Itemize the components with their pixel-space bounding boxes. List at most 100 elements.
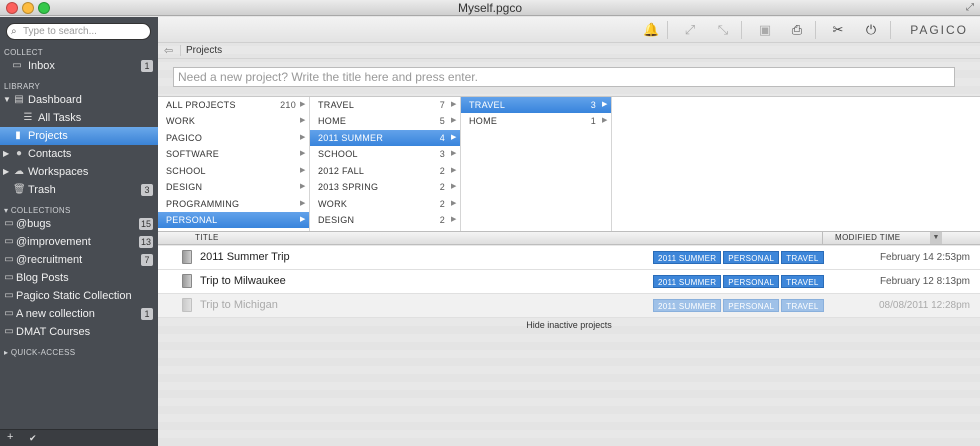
trash-badge: 3 (141, 184, 153, 196)
minimize-window-button[interactable] (22, 2, 34, 14)
collapse-icon[interactable]: ⤡ (715, 22, 731, 38)
search-input[interactable]: ⌕ Type to search... (6, 23, 151, 40)
section-collections[interactable]: ▾ COLLECTIONS (4, 206, 71, 215)
sidebar-item-collection[interactable]: ▭ Blog Posts (0, 269, 158, 287)
count-badge: 1 (141, 308, 153, 320)
tag[interactable]: PERSONAL (723, 275, 780, 288)
sidebar-item-label: All Tasks (38, 112, 82, 124)
browser-item[interactable]: SCHOOL ▶ (158, 163, 309, 179)
browser-item[interactable]: SOFTWARE ▶ (158, 146, 309, 162)
sidebar-item-workspaces[interactable]: ▶ ☁ Workspaces (0, 163, 158, 181)
inbox-icon: ▭ (12, 60, 22, 71)
browser-item[interactable]: WORK 2 ▶ (310, 196, 460, 212)
tag[interactable]: 2011 SUMMER (653, 299, 722, 312)
browser-item[interactable]: HOME 5 ▶ (310, 113, 460, 129)
bell-icon[interactable]: 🔔 (643, 22, 659, 38)
back-arrow-icon[interactable]: ⇦ (164, 44, 173, 57)
tag[interactable]: TRAVEL (781, 275, 824, 288)
browser-item[interactable]: PROGRAMMING ▶ (158, 196, 309, 212)
browser-item-selected[interactable]: 2011 SUMMER 4 ▶ (310, 130, 460, 146)
archive-icon[interactable]: ▣ (757, 22, 773, 38)
add-icon[interactable]: + (7, 431, 13, 443)
count-badge: 13 (138, 236, 153, 248)
table-row[interactable]: 2011 Summer Trip 2011 SUMMER PERSONAL TRAV… (158, 246, 980, 270)
sidebar-item-label: Blog Posts (16, 272, 69, 284)
browser-item[interactable]: 2012 FALL 2 ▶ (310, 163, 460, 179)
table-row-inactive[interactable]: Trip to Michigan 2011 SUMMER PERSONAL TRAV… (158, 294, 980, 318)
chevron-right-icon: ▶ (300, 150, 306, 157)
project-title[interactable]: 2011 Summer Trip (200, 251, 290, 263)
tag[interactable]: TRAVEL (781, 251, 824, 264)
sidebar: ⌕ Type to search... COLLECT ▭ Inbox 1 LI… (0, 17, 158, 446)
check-icon[interactable]: ✔ (29, 433, 37, 444)
sidebar-item-label: Inbox (28, 60, 55, 72)
sidebar-item-contacts[interactable]: ▶ ● Contacts (0, 145, 158, 163)
browser-item[interactable]: HOME 1 ▶ (461, 113, 611, 129)
table-row[interactable]: Trip to Milwaukee 2011 SUMMER PERSONAL TRA… (158, 270, 980, 294)
hide-inactive-projects-link[interactable]: Hide inactive projects (158, 320, 980, 330)
project-title[interactable]: Trip to Michigan (200, 299, 278, 311)
section-collect: COLLECT (4, 48, 43, 57)
sidebar-item-collection[interactable]: ▭ DMAT Courses (0, 323, 158, 341)
collection-icon: ▭ (4, 290, 14, 301)
browser-item-selected[interactable]: TRAVEL 3 ▶ (461, 97, 611, 113)
zoom-window-button[interactable] (38, 2, 50, 14)
sidebar-item-label: Dashboard (28, 94, 82, 106)
sidebar-item-collection[interactable]: ▭ @improvement 13 (0, 233, 158, 251)
chevron-right-icon: ▶ (451, 200, 457, 207)
column-title-header[interactable]: TITLE (195, 233, 219, 242)
tag-group: 2011 SUMMER PERSONAL TRAVEL (653, 251, 826, 264)
browser-item[interactable]: SCHOOL 3 ▶ (310, 146, 460, 162)
sidebar-item-collection[interactable]: ▭ A new collection 1 (0, 305, 158, 323)
tag[interactable]: 2011 SUMMER (653, 251, 722, 264)
toolbar-divider (890, 21, 891, 39)
print-icon[interactable]: ⎙ (789, 22, 805, 38)
sort-descending-icon[interactable]: ▼ (930, 232, 942, 244)
sidebar-item-collection[interactable]: ▭ @bugs 15 (0, 215, 158, 233)
disclosure-closed-icon[interactable]: ▶ (3, 145, 9, 163)
expand-icon[interactable]: ⤢ (682, 22, 698, 38)
sidebar-item-all-tasks[interactable]: ☰ All Tasks (0, 109, 158, 127)
sidebar-item-collection[interactable]: ▭ @recruitment 7 (0, 251, 158, 269)
tag[interactable]: PERSONAL (723, 251, 780, 264)
browser-item[interactable]: DESIGN ▶ (158, 179, 309, 195)
close-window-button[interactable] (6, 2, 18, 14)
disclosure-open-icon[interactable]: ▼ (3, 91, 11, 109)
count-badge: 7 (141, 254, 153, 266)
tag[interactable]: 2011 SUMMER (653, 275, 722, 288)
disclosure-closed-icon[interactable]: ▶ (3, 163, 9, 181)
browser-item[interactable]: 2013 SPRING 2 ▶ (310, 179, 460, 195)
sidebar-item-dashboard[interactable]: ▼ ▤ Dashboard (0, 91, 158, 109)
new-project-input[interactable]: Need a new project? Write the title here… (173, 67, 955, 87)
tag[interactable]: PERSONAL (723, 299, 780, 312)
project-title[interactable]: Trip to Milwaukee (200, 275, 286, 287)
sidebar-item-collection[interactable]: ▭ Pagico Static Collection (0, 287, 158, 305)
sidebar-item-projects[interactable]: ▮ Projects (0, 127, 158, 145)
browser-item-selected[interactable]: PERSONAL ▶ (158, 212, 309, 228)
cloud-icon: ☁ (14, 166, 24, 177)
sidebar-item-label: Workspaces (28, 166, 89, 178)
tools-icon[interactable]: ✂ (830, 22, 846, 38)
sidebar-footer: + ✔ (0, 429, 158, 446)
chevron-right-icon: ▶ (451, 117, 457, 124)
browser-item[interactable]: ALL PROJECTS 210 ▶ (158, 97, 309, 113)
fullscreen-icon[interactable]: ⤢ (966, 2, 974, 14)
tag[interactable]: TRAVEL (781, 299, 824, 312)
browser-item[interactable]: WORK ▶ (158, 113, 309, 129)
browser-item[interactable]: PAGICO ▶ (158, 130, 309, 146)
column-modified-header[interactable]: MODIFIED TIME ▼ (822, 232, 942, 244)
sidebar-item-inbox[interactable]: ▭ Inbox 1 (0, 57, 158, 75)
power-icon[interactable]: ⏻ (863, 22, 879, 38)
browser-column-2: TRAVEL 7 ▶ HOME 5 ▶ 2011 SUMMER 4 ▶ SCHOOL 3 ▶ 2… (310, 97, 461, 232)
section-quick-access[interactable]: ▸ QUICK-ACCESS (4, 348, 75, 357)
collection-icon: ▭ (4, 254, 14, 265)
browser-item[interactable]: TRAVEL 7 ▶ (310, 97, 460, 113)
contacts-icon: ● (15, 148, 23, 159)
sidebar-item-trash[interactable]: 🗑 Trash 3 (0, 181, 158, 199)
list-header: TITLE MODIFIED TIME ▼ (158, 231, 980, 245)
sidebar-item-label: Trash (28, 184, 56, 196)
browser-item[interactable]: DESIGN 2 ▶ (310, 212, 460, 228)
sidebar-item-label: Pagico Static Collection (16, 290, 132, 302)
modified-time: 08/08/2011 12:28pm (878, 300, 970, 311)
chevron-right-icon: ▶ (602, 117, 608, 124)
